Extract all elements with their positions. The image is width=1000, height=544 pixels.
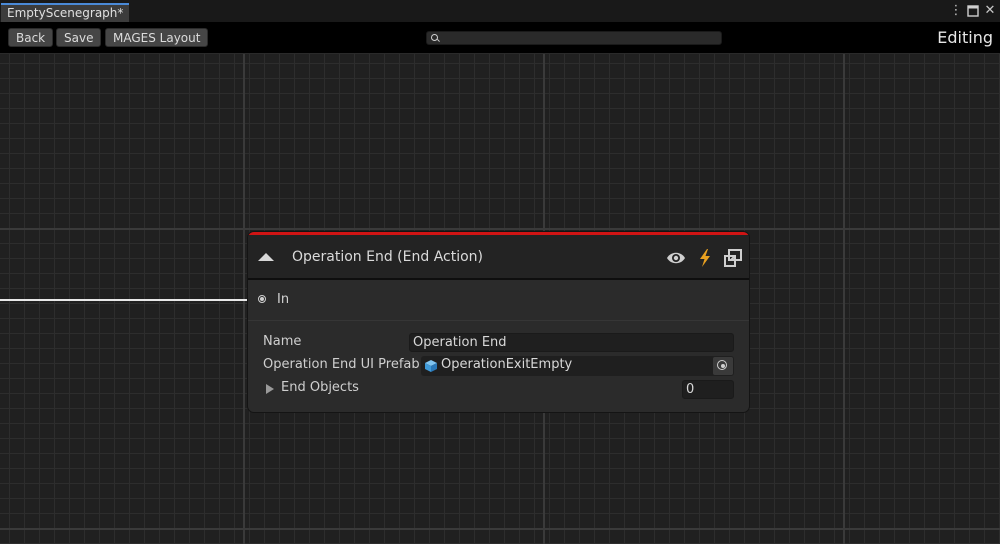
operation-end-node[interactable]: Operation End (End Action) In Name Opera… xyxy=(248,232,749,412)
visibility-eye-icon[interactable] xyxy=(665,247,687,269)
tab-scenegraph[interactable]: EmptyScenegraph* xyxy=(1,3,130,22)
grid-major-line xyxy=(0,228,1000,230)
mode-label: Editing xyxy=(937,28,993,47)
foldout-arrow-icon[interactable] xyxy=(266,384,274,394)
connection-edge[interactable] xyxy=(0,299,250,301)
prefab-cube-icon xyxy=(425,360,437,372)
search-icon xyxy=(431,34,438,41)
window-tab-bar: EmptyScenegraph* ⋮ ✕ xyxy=(0,0,1000,23)
lightning-icon[interactable] xyxy=(694,247,716,269)
collapse-arrow-icon[interactable] xyxy=(258,253,274,261)
node-header[interactable]: Operation End (End Action) xyxy=(248,232,749,280)
name-field[interactable]: Operation End xyxy=(409,333,734,352)
close-icon[interactable]: ✕ xyxy=(982,2,998,20)
kebab-menu-icon[interactable]: ⋮ xyxy=(948,2,964,20)
grid-major-line xyxy=(0,528,1000,530)
end-objects-label[interactable]: End Objects xyxy=(281,380,359,395)
grid-major-line xyxy=(843,54,845,544)
mages-layout-button[interactable]: MAGES Layout xyxy=(105,28,209,47)
input-port-row: In xyxy=(248,282,749,321)
end-objects-count-field[interactable]: 0 xyxy=(682,380,734,399)
prefab-label: Operation End UI Prefab xyxy=(263,357,420,372)
node-title: Operation End (End Action) xyxy=(292,249,484,265)
input-port-label: In xyxy=(277,292,290,307)
object-picker-icon[interactable] xyxy=(713,357,733,375)
back-button[interactable]: Back xyxy=(8,28,54,47)
window-link-icon[interactable] xyxy=(722,247,744,269)
save-button[interactable]: Save xyxy=(56,28,102,47)
name-label: Name xyxy=(263,334,302,349)
graph-toolbar: Back Save MAGES Layout Editing xyxy=(0,22,1000,54)
maximize-icon[interactable] xyxy=(965,2,981,20)
input-port-icon[interactable] xyxy=(258,295,266,303)
prefab-value: OperationExitEmpty xyxy=(441,357,573,372)
search-input[interactable] xyxy=(426,31,722,45)
prefab-object-field[interactable]: OperationExitEmpty xyxy=(421,356,734,376)
